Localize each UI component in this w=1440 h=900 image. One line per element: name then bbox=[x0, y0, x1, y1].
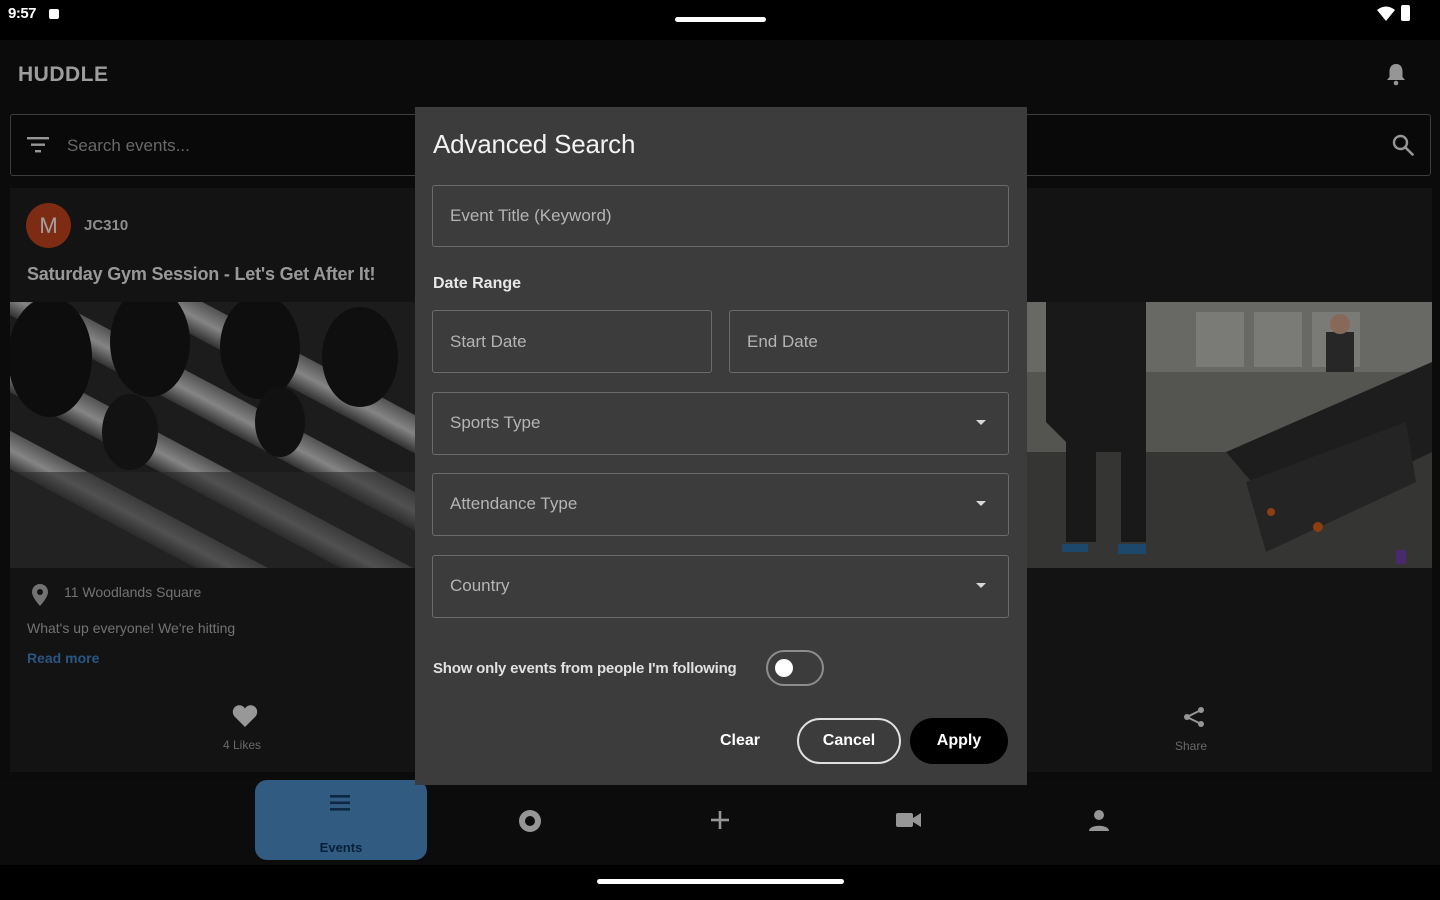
keyword-input[interactable] bbox=[433, 186, 1008, 246]
status-handle bbox=[675, 17, 766, 22]
end-date-field[interactable] bbox=[729, 310, 1009, 373]
cancel-button[interactable]: Cancel bbox=[797, 718, 901, 764]
apply-button[interactable]: Apply bbox=[910, 718, 1008, 764]
following-toggle-label: Show only events from people I'm followi… bbox=[433, 660, 737, 677]
chevron-down-icon bbox=[976, 583, 986, 588]
chevron-down-icon bbox=[976, 501, 986, 506]
following-toggle[interactable] bbox=[766, 650, 824, 686]
battery-icon bbox=[1401, 5, 1410, 21]
date-range-label: Date Range bbox=[433, 275, 522, 292]
advanced-search-dialog: Advanced Search Date Range Sports Type A… bbox=[415, 107, 1027, 785]
home-indicator[interactable] bbox=[597, 879, 844, 884]
toggle-knob bbox=[775, 659, 793, 677]
attendance-type-label: Attendance Type bbox=[450, 494, 578, 513]
notification-icon bbox=[49, 9, 59, 19]
dialog-title: Advanced Search bbox=[433, 129, 636, 159]
sports-type-select[interactable]: Sports Type bbox=[432, 392, 1009, 455]
country-select[interactable]: Country bbox=[432, 555, 1009, 618]
attendance-type-select[interactable]: Attendance Type bbox=[432, 473, 1009, 536]
system-navigation-bar bbox=[0, 865, 1440, 900]
keyword-field[interactable] bbox=[432, 185, 1009, 247]
start-date-field[interactable] bbox=[432, 310, 712, 373]
end-date-input[interactable] bbox=[730, 311, 1008, 372]
status-time: 9:57 bbox=[8, 5, 37, 22]
wifi-icon bbox=[1377, 6, 1395, 21]
start-date-input[interactable] bbox=[433, 311, 711, 372]
chevron-down-icon bbox=[976, 420, 986, 425]
country-label: Country bbox=[450, 576, 510, 595]
sports-type-label: Sports Type bbox=[450, 413, 541, 432]
status-bar: 9:57 bbox=[0, 0, 1440, 40]
clear-button[interactable]: Clear bbox=[700, 718, 780, 764]
